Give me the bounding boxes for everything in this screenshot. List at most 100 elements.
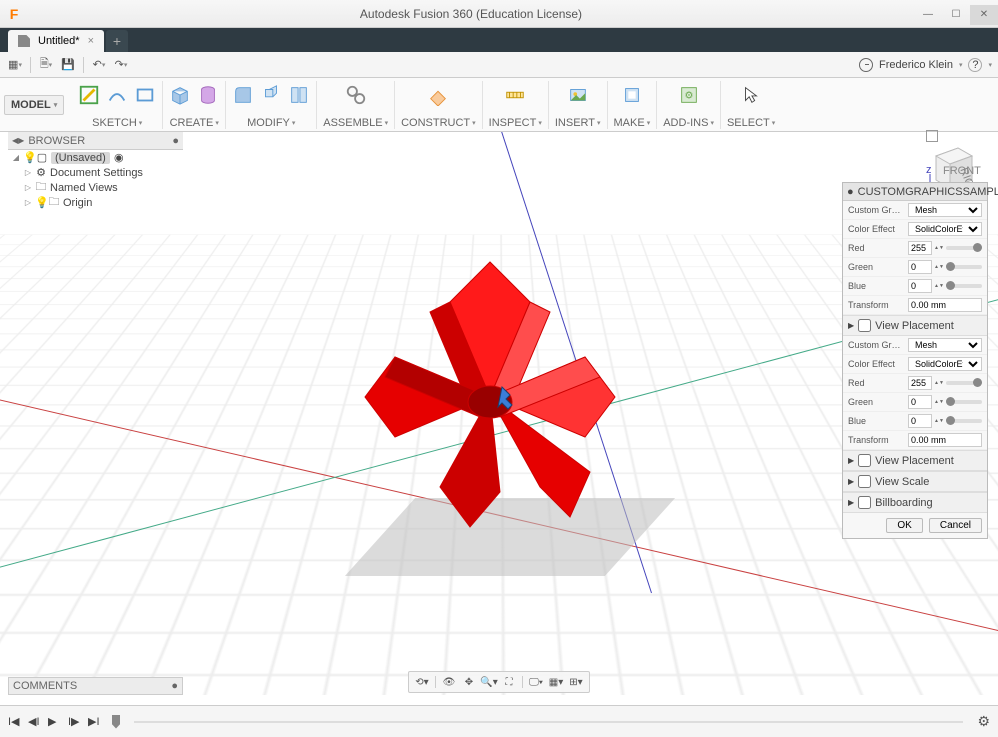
data-panel-button[interactable]: ▦▾	[6, 56, 24, 74]
radio-icon[interactable]: ◉	[113, 152, 125, 164]
ribbon-label-sketch[interactable]: SKETCH	[92, 117, 137, 129]
timeline-play-button[interactable]: ▶	[48, 715, 62, 728]
mesh-model[interactable]	[340, 242, 640, 552]
fit-button[interactable]: ⛶	[500, 674, 518, 690]
minimize-button[interactable]: —	[914, 5, 942, 25]
new-tab-button[interactable]: +	[106, 30, 128, 52]
align-icon[interactable]	[288, 84, 310, 106]
view-placement-check-2[interactable]	[858, 454, 871, 467]
workspace-switcher[interactable]: MODEL▾	[4, 95, 64, 115]
cancel-button[interactable]: Cancel	[929, 518, 982, 533]
select-icon[interactable]	[740, 84, 762, 106]
ok-button[interactable]: OK	[886, 518, 922, 533]
file-menu-button[interactable]: 🗎▾	[37, 56, 55, 74]
print-icon[interactable]	[621, 84, 643, 106]
spinner[interactable]: ▲▼	[934, 284, 944, 289]
spinner[interactable]: ▲▼	[934, 265, 944, 270]
blue-slider[interactable]	[946, 284, 982, 288]
green-input[interactable]	[908, 260, 932, 274]
plane-icon[interactable]	[427, 84, 449, 106]
line-icon[interactable]	[106, 84, 128, 106]
orbit-button[interactable]: ⟲▾	[413, 674, 431, 690]
grid-button[interactable]: ▦▾	[547, 674, 565, 690]
close-button[interactable]: ✕	[970, 5, 998, 25]
browser-item-settings[interactable]: ▷ ⚙ Document Settings	[8, 165, 183, 180]
ribbon-label-modify[interactable]: MODIFY	[247, 117, 290, 129]
panel-header[interactable]: ●CUSTOMGRAPHICSSAMPLE ↦	[843, 183, 987, 201]
timeline-end-button[interactable]: ▶І	[88, 715, 102, 728]
browser-header[interactable]: ◀▶ BROWSER ●	[8, 132, 183, 150]
zoom-button[interactable]: 🔍▾	[480, 674, 498, 690]
assemble-icon[interactable]	[345, 84, 367, 106]
ribbon-label-assemble[interactable]: ASSEMBLE	[323, 117, 382, 129]
browser-root[interactable]: ◢💡 ▢ (Unsaved) ◉	[8, 150, 183, 165]
billboarding-check[interactable]	[858, 496, 871, 509]
save-button[interactable]: 💾	[59, 56, 77, 74]
custom-graphics-select-2[interactable]: Mesh	[908, 338, 982, 352]
green-input-2[interactable]	[908, 395, 932, 409]
fillet-icon[interactable]	[232, 84, 254, 106]
section-view-placement-2[interactable]: ▶View Placement	[843, 450, 987, 471]
redo-button[interactable]: ↷▾	[112, 56, 130, 74]
red-input[interactable]	[908, 241, 932, 255]
section-view-placement-1[interactable]: ▶View Placement	[843, 315, 987, 336]
maximize-button[interactable]: ☐	[942, 5, 970, 25]
sketch-icon[interactable]	[78, 84, 100, 106]
red-slider[interactable]	[946, 246, 982, 250]
job-status-icon[interactable]	[859, 58, 873, 72]
timeline-start-button[interactable]: І◀	[8, 715, 22, 728]
user-name[interactable]: Frederico Klein	[879, 59, 953, 71]
green-slider[interactable]	[946, 265, 982, 269]
blue-slider-2[interactable]	[946, 419, 982, 423]
transform-input-2[interactable]	[908, 433, 982, 447]
ribbon-label-insert[interactable]: INSERT	[555, 117, 595, 129]
blue-input-2[interactable]	[908, 414, 932, 428]
timeline-track[interactable]	[134, 721, 963, 723]
display-button[interactable]: 🖵▾	[527, 674, 545, 690]
red-slider-2[interactable]	[946, 381, 982, 385]
ribbon-label-addins[interactable]: ADD-INS	[663, 117, 708, 129]
pan-button[interactable]: ✥	[460, 674, 478, 690]
comments-header[interactable]: COMMENTS ●	[8, 677, 183, 695]
custom-graphics-select[interactable]: Mesh	[908, 203, 982, 217]
rectangle-icon[interactable]	[134, 84, 156, 106]
measure-icon[interactable]	[504, 84, 526, 106]
browser-item-views[interactable]: ▷ 🗀 Named Views	[8, 180, 183, 195]
addins-icon[interactable]: ⚙	[678, 84, 700, 106]
color-effect-select-2[interactable]: SolidColorEfect	[908, 357, 982, 371]
green-slider-2[interactable]	[946, 400, 982, 404]
view-scale-check[interactable]	[858, 475, 871, 488]
home-icon[interactable]	[926, 130, 938, 142]
red-input-2[interactable]	[908, 376, 932, 390]
insert-icon[interactable]	[567, 84, 589, 106]
color-effect-select[interactable]: SolidColorEfect	[908, 222, 982, 236]
document-tab[interactable]: Untitled* ×	[8, 30, 104, 52]
browser-collapse-icon[interactable]: ●	[172, 135, 179, 147]
ribbon-label-inspect[interactable]: INSPECT	[489, 117, 537, 129]
timeline-marker[interactable]	[112, 715, 120, 729]
ribbon-label-make[interactable]: MAKE	[614, 117, 645, 129]
transform-input[interactable]	[908, 298, 982, 312]
section-billboarding[interactable]: ▶Billboarding	[843, 492, 987, 513]
view-placement-check-1[interactable]	[858, 319, 871, 332]
push-pull-icon[interactable]	[260, 84, 282, 106]
spinner[interactable]: ▲▼	[934, 246, 944, 251]
ribbon-label-create[interactable]: CREATE	[170, 117, 214, 129]
comments-collapse-icon[interactable]: ●	[171, 680, 178, 692]
browser-item-origin[interactable]: ▷💡 🗀 Origin	[8, 195, 183, 210]
box-icon[interactable]	[169, 84, 191, 106]
timeline-settings-button[interactable]: ⚙	[977, 713, 990, 730]
ribbon-label-construct[interactable]: CONSTRUCT	[401, 117, 470, 129]
viewports-button[interactable]: ⊞▾	[567, 674, 585, 690]
timeline-next-button[interactable]: І▶	[68, 715, 82, 728]
section-view-scale[interactable]: ▶View Scale	[843, 471, 987, 492]
help-button[interactable]: ?	[968, 58, 982, 72]
cylinder-icon[interactable]	[197, 84, 219, 106]
undo-button[interactable]: ↶▾	[90, 56, 108, 74]
look-button[interactable]: 👁	[440, 674, 458, 690]
timeline-prev-button[interactable]: ◀І	[28, 715, 42, 728]
label-green: Green	[848, 262, 904, 272]
ribbon-label-select[interactable]: SELECT	[727, 117, 770, 129]
blue-input[interactable]	[908, 279, 932, 293]
tab-close-icon[interactable]: ×	[88, 35, 94, 47]
